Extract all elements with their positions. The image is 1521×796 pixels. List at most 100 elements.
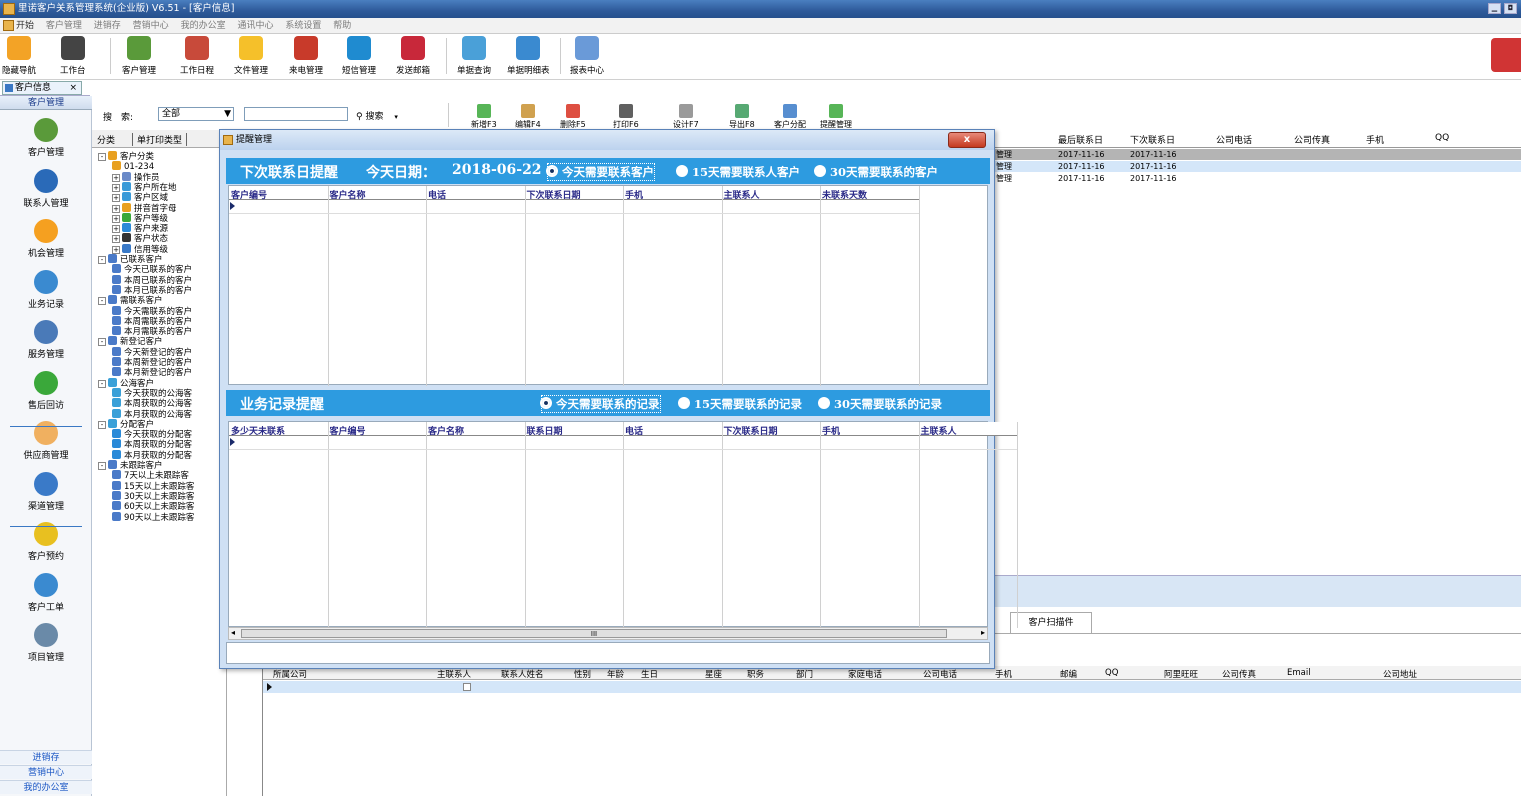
grid-column-header[interactable]: 公司传真 xyxy=(1222,668,1256,680)
search-button[interactable]: ⚲ 搜索 ▾ xyxy=(356,109,398,122)
action-button[interactable]: 导出F8 xyxy=(729,104,755,130)
menu-customer[interactable]: 客户管理 xyxy=(46,21,82,31)
checkbox[interactable] xyxy=(463,683,471,691)
toolbar-button[interactable]: 来电管理 xyxy=(289,36,323,76)
nav-bottom-item[interactable]: 进销存 xyxy=(0,750,92,764)
toolbar-button[interactable]: 隐藏导航 xyxy=(2,36,36,76)
table-row[interactable] xyxy=(263,681,1521,693)
menu-inventory[interactable]: 进销存 xyxy=(94,21,121,31)
tab-print-type[interactable]: 单打印类型 xyxy=(132,133,188,146)
grid-column-header[interactable]: 主联系人 xyxy=(921,424,957,437)
grid-column-header[interactable]: 星座 xyxy=(705,668,722,680)
nav-item[interactable]: 售后回访 xyxy=(0,370,92,411)
restore-button[interactable]: ◘ xyxy=(1504,3,1517,14)
nav-item[interactable]: 机会管理 xyxy=(0,219,92,259)
expand-toggle-icon[interactable]: + xyxy=(112,235,120,244)
toolbar-button[interactable]: 单据明细表 xyxy=(507,36,550,76)
col-company-phone[interactable]: 公司电话 xyxy=(1216,133,1252,146)
toolbar-button[interactable]: 短信管理 xyxy=(342,36,376,76)
grid-column-header[interactable]: 职务 xyxy=(747,668,764,680)
table-row[interactable]: 管理 2017-11-16 2017-11-16 xyxy=(994,161,1521,172)
expand-toggle-icon[interactable]: + xyxy=(112,214,120,223)
grid-column-header[interactable]: 手机 xyxy=(822,424,840,437)
scroll-right-icon[interactable]: ▸ xyxy=(981,628,985,637)
phone-icon[interactable] xyxy=(1491,38,1521,72)
nav-bottom-item[interactable]: 营销中心 xyxy=(0,765,92,779)
col-last-contact[interactable]: 最后联系日 xyxy=(1058,133,1103,146)
col-next-contact[interactable]: 下次联系日 xyxy=(1130,133,1175,146)
toolbar-button[interactable]: 文件管理 xyxy=(234,36,268,76)
table-row[interactable]: 管理 2017-11-16 2017-11-16 xyxy=(994,149,1521,160)
grid-column-header[interactable]: 阿里旺旺 xyxy=(1164,668,1198,680)
toolbar-button[interactable]: 发送邮箱 xyxy=(396,36,430,76)
menu-comm[interactable]: 通讯中心 xyxy=(237,21,273,31)
toolbar-button[interactable]: 报表中心 xyxy=(570,36,604,76)
grid-column-header[interactable]: 生日 xyxy=(641,668,658,680)
col-mobile[interactable]: 手机 xyxy=(1366,133,1384,146)
grid-column-header[interactable]: 下次联系日期 xyxy=(527,188,581,201)
grid-column-header[interactable]: 性别 xyxy=(574,668,591,680)
grid-column-header[interactable]: 客户编号 xyxy=(330,424,366,437)
grid-column-header[interactable]: 联系人姓名 xyxy=(501,668,544,680)
horizontal-scrollbar[interactable]: ◂ III ▸ xyxy=(228,627,988,640)
radio-today-customers[interactable]: 今天需要联系客户 xyxy=(547,163,655,181)
expand-toggle-icon[interactable]: - xyxy=(98,420,106,429)
tree-node[interactable]: 90天以上未跟踪客 xyxy=(112,511,194,523)
radio-30day-records[interactable]: 30天需要联系的记录 xyxy=(820,396,942,412)
expand-toggle-icon[interactable]: + xyxy=(112,225,120,234)
grid-column-header[interactable]: 手机 xyxy=(995,668,1012,680)
grid-column-header[interactable]: 客户名称 xyxy=(428,424,464,437)
expand-toggle-icon[interactable]: - xyxy=(98,256,106,264)
grid-column-header[interactable]: 联系日期 xyxy=(527,424,563,437)
expand-toggle-icon[interactable]: + xyxy=(112,173,120,182)
action-button[interactable]: 编辑F4 xyxy=(515,104,541,130)
scroll-thumb[interactable]: III xyxy=(241,629,947,638)
nav-item[interactable]: 联系人管理 xyxy=(0,168,92,209)
grid-column-header[interactable]: Email xyxy=(1287,668,1311,678)
toolbar-button[interactable]: 单据查询 xyxy=(457,36,491,76)
radio-15day-records[interactable]: 15天需要联系的记录 xyxy=(680,396,802,412)
grid-column-header[interactable]: 家庭电话 xyxy=(848,668,882,680)
grid-column-header[interactable]: 电话 xyxy=(428,188,446,201)
expand-toggle-icon[interactable]: + xyxy=(112,194,120,203)
action-button[interactable]: 打印F6 xyxy=(613,104,639,130)
grid-column-header[interactable]: 主联系人 xyxy=(724,188,760,201)
nav-item[interactable]: 客户工单 xyxy=(0,572,92,613)
toolbar-button[interactable]: 工作台 xyxy=(60,36,86,76)
action-button[interactable]: 删除F5 xyxy=(560,104,586,130)
action-button[interactable]: 提醒管理 xyxy=(820,104,852,130)
action-button[interactable]: 设计F7 xyxy=(673,104,699,130)
table-row[interactable]: 管理 2017-11-16 2017-11-16 xyxy=(994,173,1521,184)
nav-item[interactable]: 客户管理 xyxy=(0,118,92,158)
menu-settings[interactable]: 系统设置 xyxy=(285,21,321,31)
grid-column-header[interactable]: 多少天未联系 xyxy=(231,424,285,437)
grid-column-header[interactable]: 下次联系日期 xyxy=(724,424,778,437)
nav-item[interactable]: 渠道管理 xyxy=(0,471,92,512)
grid-column-header[interactable]: 所属公司 xyxy=(273,668,307,680)
grid-column-header[interactable]: 公司电话 xyxy=(923,668,957,680)
expand-toggle-icon[interactable]: - xyxy=(98,338,106,347)
expand-toggle-icon[interactable]: - xyxy=(98,462,106,470)
radio-today-records[interactable]: 今天需要联系的记录 xyxy=(541,395,661,413)
menu-start[interactable]: 开始 xyxy=(16,21,34,31)
grid-column-header[interactable]: 部门 xyxy=(796,668,813,680)
nav-item[interactable]: 客户预约 xyxy=(0,522,92,562)
expand-toggle-icon[interactable]: + xyxy=(112,183,120,192)
grid-column-header[interactable]: 公司地址 xyxy=(1383,668,1417,680)
grid-column-header[interactable]: QQ xyxy=(1105,668,1118,678)
grid-column-header[interactable]: 邮编 xyxy=(1060,668,1077,680)
grid-column-header[interactable]: 未联系天数 xyxy=(822,188,867,201)
grid-column-header[interactable]: 客户名称 xyxy=(330,188,366,201)
nav-item[interactable]: 服务管理 xyxy=(0,320,92,360)
action-button[interactable]: 新增F3 xyxy=(471,104,497,130)
col-qq[interactable]: QQ xyxy=(1435,133,1449,143)
nav-item[interactable]: 项目管理 xyxy=(0,623,92,663)
close-button[interactable]: x xyxy=(948,132,986,148)
radio-15day-customers[interactable]: 15天需要联系人客户 xyxy=(678,164,800,180)
scroll-left-icon[interactable]: ◂ xyxy=(231,628,235,637)
search-input[interactable] xyxy=(244,107,348,121)
menu-office[interactable]: 我的办公室 xyxy=(181,21,226,31)
nav-item[interactable]: 供应商管理 xyxy=(0,421,92,461)
expand-toggle-icon[interactable]: - xyxy=(98,153,106,161)
minimize-button[interactable]: ▁ xyxy=(1488,3,1501,14)
